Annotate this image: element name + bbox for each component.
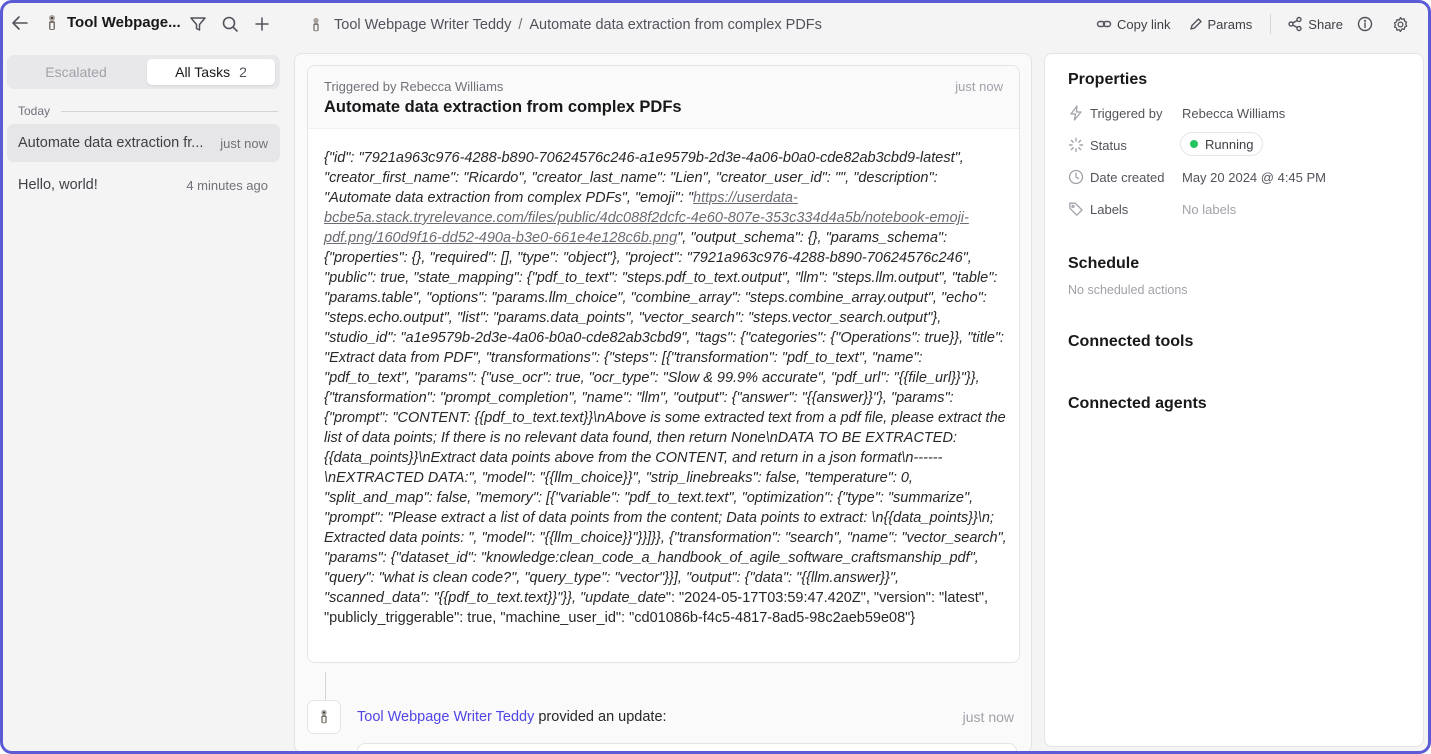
copy-link-button[interactable]: Copy link [1096, 16, 1171, 32]
spinner-icon [1068, 137, 1084, 153]
breadcrumb-separator: / [518, 17, 523, 33]
status-value: Running [1205, 136, 1254, 152]
tag-icon [1068, 201, 1084, 217]
task-time: 4 minutes ago [186, 177, 268, 193]
task-filter-tabs: Escalated All Tasks 2 [7, 55, 280, 89]
property-status: Status Running [1068, 132, 1398, 156]
plus-icon[interactable] [251, 13, 273, 35]
property-labels: Labels No labels [1068, 199, 1398, 219]
params-button[interactable]: Params [1189, 16, 1253, 32]
clock-icon [1068, 169, 1084, 185]
connected-tools-title: Connected tools [1068, 333, 1194, 350]
update-content-card [357, 743, 1017, 751]
property-date-created: Date created May 20 2024 @ 4:45 PM [1068, 167, 1398, 187]
message-time: just now [955, 79, 1003, 94]
thread-connector [325, 672, 326, 700]
agent-avatar-icon [307, 700, 341, 734]
filter-icon[interactable] [187, 13, 209, 35]
header-actions: Copy link Params Share [1096, 14, 1414, 34]
breadcrumb: Tool Webpage Writer Teddy / Automate dat… [307, 16, 822, 34]
task-title: Automate data extraction fr... [18, 135, 204, 151]
property-label: Status [1090, 137, 1127, 153]
copy-link-label: Copy link [1117, 16, 1171, 32]
property-value: Rebecca Williams [1182, 105, 1286, 121]
status-dot [1190, 140, 1198, 148]
properties-panel: Properties Triggered by Rebecca Williams… [1044, 53, 1424, 747]
share-icon [1288, 16, 1302, 32]
property-label: Labels [1090, 201, 1129, 217]
back-arrow-icon[interactable] [9, 12, 31, 34]
breadcrumb-task: Automate data extraction from complex PD… [529, 17, 822, 33]
property-triggered-by: Triggered by Rebecca Williams [1068, 103, 1398, 123]
agent-name[interactable]: Tool Webpage... [67, 14, 181, 31]
property-label: Date created [1090, 169, 1165, 185]
message-body: {"id": "7921a963c976-4288-b890-70624576c… [324, 148, 1008, 628]
update-text: provided an update: [534, 709, 667, 725]
tab-all-tasks-count: 2 [239, 64, 247, 80]
task-list-item[interactable]: Hello, world! 4 minutes ago [7, 166, 280, 204]
message-header: Triggered by Rebecca Williams just now A… [308, 66, 1019, 129]
breadcrumb-agent[interactable]: Tool Webpage Writer Teddy [334, 17, 511, 33]
share-button[interactable]: Share [1287, 16, 1343, 32]
task-title: Hello, world! [18, 177, 98, 193]
triggered-by-text: Triggered by Rebecca Williams [324, 79, 504, 94]
agent-avatar-icon [41, 12, 63, 34]
update-message: Tool Webpage Writer Teddy provided an up… [357, 709, 667, 725]
task-list-item[interactable]: Automate data extraction fr... just now [7, 124, 280, 162]
message-title: Automate data extraction from complex PD… [324, 98, 682, 116]
property-value: May 20 2024 @ 4:45 PM [1182, 169, 1326, 185]
update-agent-link[interactable]: Tool Webpage Writer Teddy [357, 709, 534, 725]
pencil-icon [1189, 18, 1202, 30]
share-label: Share [1308, 16, 1343, 32]
lightning-icon [1068, 105, 1084, 121]
tab-escalated[interactable]: Escalated [11, 59, 141, 85]
property-label: Triggered by [1090, 105, 1163, 121]
tab-all-tasks[interactable]: All Tasks 2 [147, 59, 275, 85]
gear-icon[interactable] [1392, 16, 1414, 33]
schedule-empty-text: No scheduled actions [1068, 283, 1188, 297]
top-bar: Tool Webpage... Tool Webpage Writer Tedd… [3, 3, 1428, 47]
task-group-label: Today [18, 104, 51, 118]
divider [61, 111, 278, 112]
divider [1270, 14, 1272, 34]
search-icon[interactable] [219, 13, 241, 35]
schedule-title: Schedule [1068, 255, 1140, 272]
connected-agents-title: Connected agents [1068, 395, 1207, 412]
conversation-panel[interactable]: Triggered by Rebecca Williams just now A… [294, 53, 1032, 751]
sidebar-header: Tool Webpage... [3, 3, 286, 47]
params-label: Params [1207, 16, 1253, 32]
tab-all-tasks-label: All Tasks [175, 64, 231, 80]
properties-title: Properties [1068, 71, 1148, 88]
app-window: Tool Webpage... Tool Webpage Writer Tedd… [0, 0, 1431, 754]
agent-avatar-icon [307, 16, 325, 34]
message-body-text: {"id": "7921a963c976-4288-b890-70624576c… [324, 150, 964, 206]
update-time: just now [962, 709, 1014, 725]
status-badge[interactable]: Running [1180, 132, 1264, 156]
task-time: just now [220, 135, 268, 151]
info-icon[interactable] [1357, 16, 1378, 32]
property-value[interactable]: No labels [1182, 202, 1236, 217]
tab-escalated-label: Escalated [45, 64, 107, 80]
link-icon [1096, 20, 1112, 28]
trigger-message-card: Triggered by Rebecca Williams just now A… [307, 65, 1020, 663]
message-body-text: ", "output_schema": {}, "params_schema":… [324, 230, 1007, 606]
